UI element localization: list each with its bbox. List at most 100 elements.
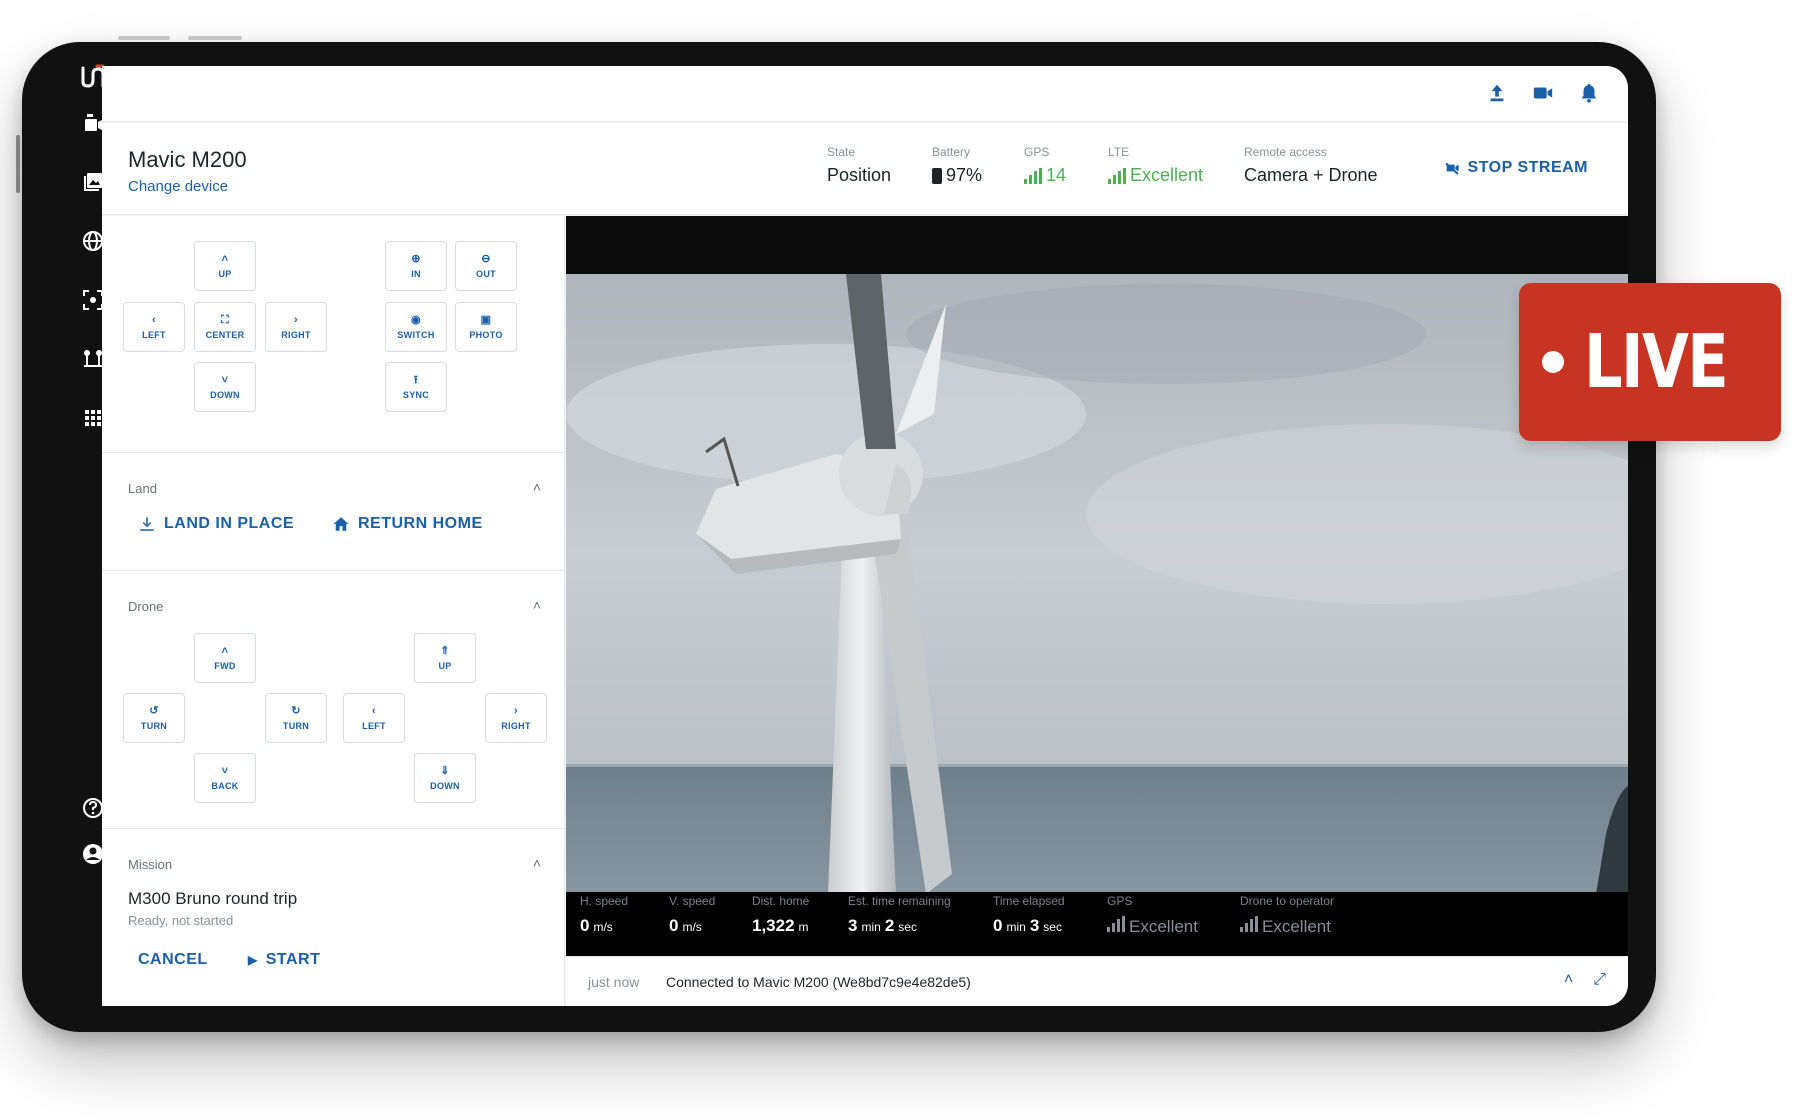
state-value: Position [827, 165, 892, 185]
lte-label: LTE [1108, 145, 1130, 159]
battery-label: Battery [932, 145, 971, 159]
chevron-down-icon: ˅ [221, 374, 229, 386]
dist-home-label: Dist. home [752, 894, 810, 908]
land-in-place-button[interactable]: LAND IN PLACE [138, 515, 294, 533]
zoom-in-button[interactable]: ⊕ IN [385, 241, 447, 291]
est-sec-unit: sec [898, 920, 917, 934]
upload-icon[interactable] [1486, 82, 1508, 109]
remote-access-stat: Remote access Camera + Drone [1244, 145, 1378, 186]
remote-access-value: Camera + Drone [1244, 165, 1378, 185]
elapsed-time-readout: Time elapsed 0 min 3 sec [993, 894, 1065, 936]
signal-bars-icon [1107, 916, 1125, 932]
zoom-in-label: IN [411, 269, 421, 279]
chevron-right-icon: › [294, 314, 298, 326]
drone-right-label: RIGHT [501, 721, 531, 731]
bell-icon[interactable] [1578, 82, 1600, 109]
start-mission-button[interactable]: ▶ START [248, 951, 320, 969]
zoom-out-button[interactable]: ⊖ OUT [455, 241, 517, 291]
gps-label: GPS [1024, 145, 1050, 159]
drone-up-label: UP [438, 661, 452, 671]
gimbal-left-button[interactable]: ‹ LEFT [123, 302, 185, 352]
switch-camera-button[interactable]: ◉ SWITCH [385, 302, 447, 352]
est-time-label: Est. time remaining [848, 894, 951, 908]
mission-section: Mission ˄ M300 Bruno round trip Ready, n… [102, 828, 565, 1006]
operator-link-label: Drone to operator [1240, 894, 1335, 908]
drone-section-title: Drone [128, 599, 164, 614]
est-min-value: 3 [848, 916, 858, 935]
battery-icon [932, 167, 942, 184]
mission-section-title: Mission [128, 857, 173, 872]
state-stat: State Position [827, 145, 891, 186]
gps-value: 14 [1046, 165, 1067, 185]
state-label: State [827, 145, 856, 159]
signal-bars-icon [1024, 167, 1042, 184]
elapsed-sec-unit: sec [1043, 920, 1062, 934]
double-chevron-up-icon: ⇑ [440, 645, 450, 657]
gimbal-left-label: LEFT [142, 330, 166, 340]
cancel-mission-button[interactable]: CANCEL [138, 951, 208, 969]
h-speed-value: 0 [580, 916, 590, 935]
chevron-up-icon: ˄ [221, 253, 229, 265]
gimbal-down-label: DOWN [210, 390, 240, 400]
device-name: Mavic M200 [128, 147, 247, 172]
stop-stream-button[interactable]: STOP STREAM [1444, 159, 1588, 177]
v-speed-value: 0 [669, 916, 679, 935]
return-home-button[interactable]: RETURN HOME [332, 515, 483, 533]
drone-up-button[interactable]: ⇑ UP [414, 633, 476, 683]
rotate-right-icon: ↻ [291, 705, 301, 717]
gimbal-down-button[interactable]: ˅ DOWN [194, 362, 256, 412]
rotate-left-icon: ↺ [149, 705, 159, 717]
v-speed-unit: m/s [682, 920, 702, 934]
drone-back-button[interactable]: ˅ BACK [194, 753, 256, 803]
drone-forward-label: FWD [214, 661, 236, 671]
collapse-chevron-icon[interactable]: ˄ [533, 597, 541, 613]
photo-button[interactable]: ▣ PHOTO [455, 302, 517, 352]
telemetry-bar: H. speed 0 m/s V. speed 0 m/s Dist. home 1… [566, 892, 1628, 956]
h-speed-unit: m/s [593, 920, 613, 934]
dist-home-value: 1,322 [752, 916, 795, 935]
zoom-out-icon: ⊖ [481, 253, 491, 265]
gimbal-right-label: RIGHT [281, 330, 311, 340]
device-header: Mavic M200 Change device State Position … [102, 123, 1628, 215]
drone-section: Drone ˄ ˄ FWD ↺ TURN ↻ TURN ˅ BACK ⇑ UP ‹ LEFT… [102, 570, 565, 828]
stop-stream-label: STOP STREAM [1467, 159, 1588, 176]
status-time: just now [588, 974, 640, 990]
camera-icon[interactable] [1532, 82, 1554, 109]
live-video-feed[interactable]: H. speed 0 m/s V. speed 0 m/s Dist. home 1… [566, 216, 1628, 956]
v-speed-readout: V. speed 0 m/s [669, 894, 715, 936]
collapse-chevron-icon[interactable]: ˄ [533, 855, 541, 871]
gimbal-center-button[interactable]: ⛶ CENTER [194, 302, 256, 352]
collapse-chevron-icon[interactable]: ˄ [533, 479, 541, 495]
elapsed-min-unit: min [1006, 920, 1026, 934]
drone-forward-button[interactable]: ˄ FWD [194, 633, 256, 683]
chevron-right-icon: › [514, 705, 518, 717]
sync-button[interactable]: ⭱ SYNC [385, 362, 447, 412]
return-home-label: RETURN HOME [358, 515, 483, 532]
remote-access-label: Remote access [1244, 145, 1327, 159]
gimbal-right-button[interactable]: › RIGHT [265, 302, 327, 352]
drone-left-button[interactable]: ‹ LEFT [343, 693, 405, 743]
drone-turn-left-button[interactable]: ↺ TURN [123, 693, 185, 743]
stop-stream-icon [1444, 162, 1459, 175]
chevron-up-icon[interactable]: ˄ [1564, 971, 1573, 989]
app-screen: Mavic M200 Change device State Position … [102, 66, 1628, 1006]
est-sec-value: 2 [884, 916, 895, 935]
drone-down-button[interactable]: ⇓ DOWN [414, 753, 476, 803]
mission-status: Ready, not started [128, 913, 234, 928]
play-icon: ▶ [248, 953, 258, 967]
gimbal-up-button[interactable]: ˄ UP [194, 241, 256, 291]
drone-back-label: BACK [211, 781, 239, 791]
home-icon [333, 517, 349, 531]
elapsed-min-value: 0 [993, 916, 1003, 935]
drone-down-label: DOWN [430, 781, 460, 791]
photo-label: PHOTO [469, 330, 503, 340]
drone-right-button[interactable]: › RIGHT [485, 693, 547, 743]
drone-turn-right-button[interactable]: ↻ TURN [265, 693, 327, 743]
expand-icon[interactable]: ⤢ [1593, 971, 1606, 989]
land-in-place-label: LAND IN PLACE [164, 515, 295, 532]
change-device-link[interactable]: Change device [128, 178, 228, 195]
mission-name: M300 Bruno round trip [128, 889, 298, 908]
status-bar: just now Connected to Mavic M200 (We8bd7… [566, 956, 1628, 1006]
elapsed-sec-value: 3 [1029, 916, 1040, 935]
tablet-frame: Mavic M200 Change device State Position … [22, 42, 1656, 1032]
